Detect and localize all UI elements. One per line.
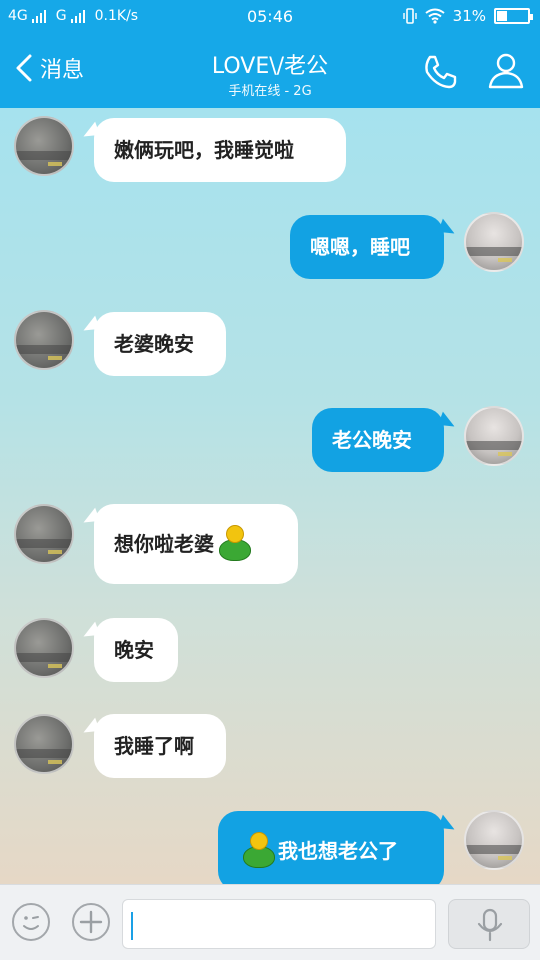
plus-icon <box>79 910 103 934</box>
smiley-icon <box>23 916 39 930</box>
chat-area[interactable]: 嫩俩玩吧，我睡觉啦 嗯嗯，睡吧 老婆晚安 老公晚安 想你啦老婆 晚安 我睡了啊 … <box>0 108 540 884</box>
message-text: 嫩俩玩吧，我睡觉啦 <box>114 138 294 162</box>
input-bar <box>0 884 540 960</box>
message-bubble-incoming[interactable]: 我睡了啊 <box>94 714 226 778</box>
message-bubble-incoming[interactable]: 嫩俩玩吧，我睡觉啦 <box>94 118 346 182</box>
profile-button[interactable] <box>486 50 526 94</box>
status-right: 31% <box>402 7 533 25</box>
microphone-icon <box>477 908 503 942</box>
contact-avatar[interactable] <box>14 116 74 176</box>
message-text: 我睡了啊 <box>114 734 194 758</box>
contact-avatar[interactable] <box>14 618 74 678</box>
phone-icon <box>425 55 457 89</box>
person-icon <box>488 53 524 89</box>
text-caret <box>131 912 133 940</box>
my-avatar[interactable] <box>464 406 524 466</box>
message-bubble-incoming[interactable]: 老婆晚安 <box>94 312 226 376</box>
voice-button[interactable] <box>448 899 530 949</box>
message-text: 老婆晚安 <box>114 332 194 356</box>
green-doll-emoji <box>242 832 275 870</box>
wifi-icon <box>425 8 445 24</box>
battery-percent: 31% <box>452 7 486 25</box>
call-button[interactable] <box>420 52 460 96</box>
green-doll-emoji <box>218 525 251 563</box>
message-bubble-outgoing[interactable]: 老公晚安 <box>312 408 444 472</box>
message-bubble-incoming[interactable]: 晚安 <box>94 618 178 682</box>
message-input[interactable] <box>122 899 436 949</box>
message-bubble-outgoing[interactable]: 我也想老公了 <box>218 811 444 884</box>
emoji-button[interactable] <box>12 903 50 941</box>
message-text: 想你啦老婆 <box>114 532 214 556</box>
chat-header: 消息 LOVE\/老公 手机在线 - 2G <box>0 34 540 108</box>
contact-avatar[interactable] <box>14 310 74 370</box>
message-text: 嗯嗯，睡吧 <box>310 235 410 259</box>
my-avatar[interactable] <box>464 212 524 272</box>
battery-icon <box>494 8 533 24</box>
message-bubble-incoming[interactable]: 想你啦老婆 <box>94 504 298 584</box>
battery-fill <box>497 11 507 21</box>
my-avatar[interactable] <box>464 810 524 870</box>
message-text: 我也想老公了 <box>278 839 398 863</box>
message-text: 晚安 <box>114 638 154 662</box>
contact-avatar[interactable] <box>14 714 74 774</box>
contact-avatar[interactable] <box>14 504 74 564</box>
message-text: 老公晚安 <box>332 428 412 452</box>
message-bubble-outgoing[interactable]: 嗯嗯，睡吧 <box>290 215 444 279</box>
vibrate-icon <box>402 8 417 24</box>
plus-button[interactable] <box>72 903 110 941</box>
status-bar: 4G G 0.1K/s 05:46 31% <box>0 0 540 34</box>
